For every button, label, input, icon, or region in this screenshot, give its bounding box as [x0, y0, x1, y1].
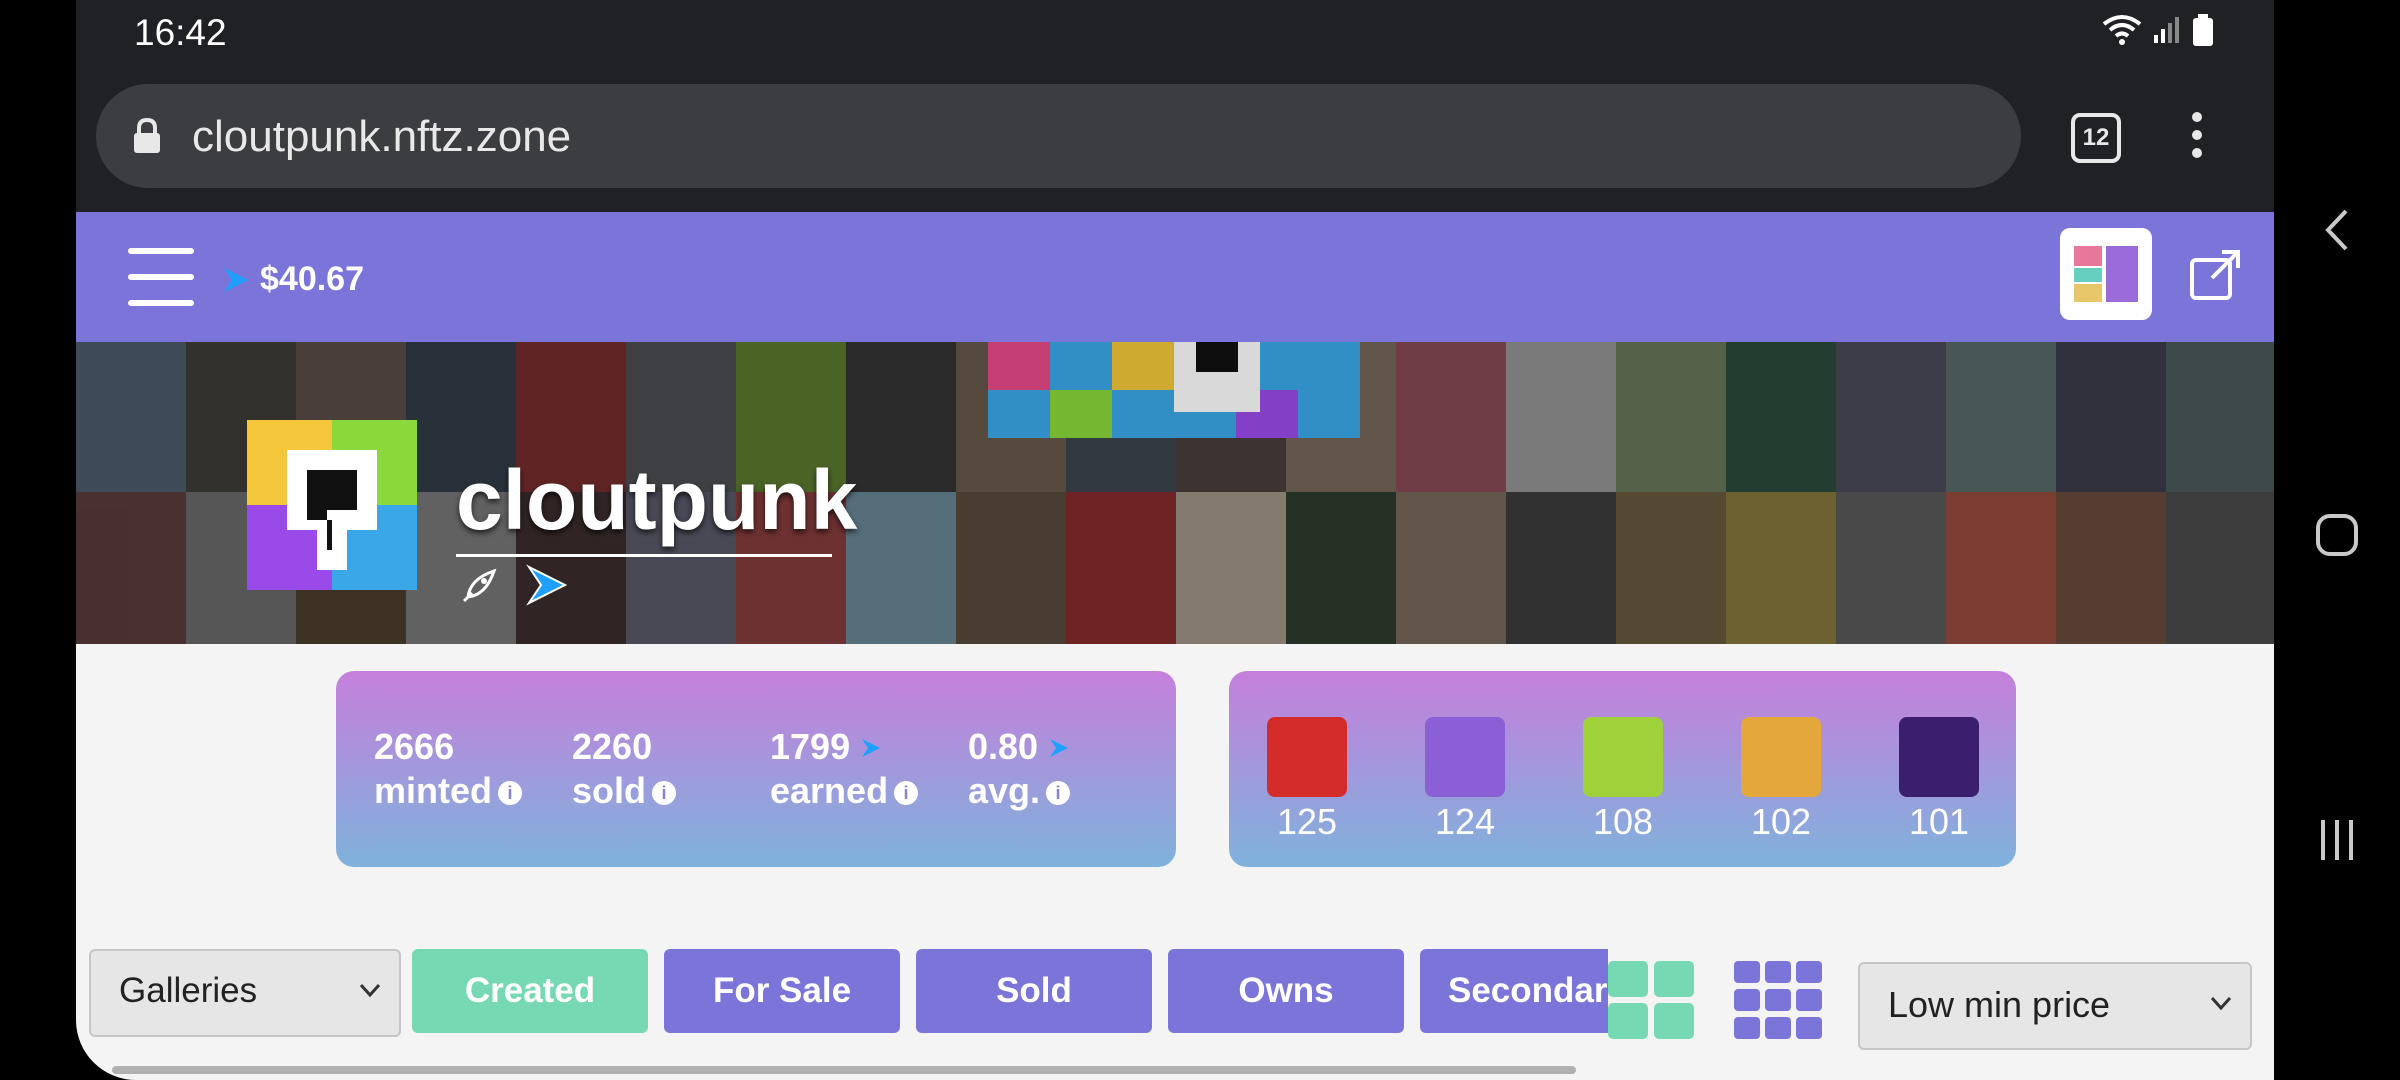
token-image[interactable] [1267, 717, 1347, 797]
rocket-icon[interactable] [460, 565, 500, 605]
stats-card: 2666 minted i 2260 sold i 1799 earned i 0.8… [336, 671, 1176, 867]
system-navigation-bar [2274, 0, 2400, 1080]
home-button[interactable] [2274, 512, 2400, 558]
chevron-down-icon [359, 983, 381, 998]
top-tokens-card: 125 124 108 102 101 [1229, 671, 2016, 867]
token-image[interactable] [1899, 717, 1979, 797]
home-icon [2316, 514, 2358, 556]
collection-banner: cloutpunk [76, 342, 2274, 644]
stat-label: sold [572, 770, 647, 811]
stat-minted: 2666 minted i [374, 725, 523, 813]
layout-toggle-button[interactable] [2060, 228, 2152, 320]
title-underline [456, 554, 832, 557]
token-number: 102 [1750, 801, 1812, 842]
chevron-coin-icon [862, 739, 881, 757]
back-chevron-icon [2325, 209, 2348, 251]
token-image[interactable] [1583, 717, 1663, 797]
galleries-select-value: Galleries [119, 971, 258, 1010]
large-grid-icon[interactable] [1606, 959, 1698, 1041]
status-icons [2102, 14, 2214, 46]
token-item[interactable]: 125 [1267, 717, 1347, 843]
page-body: 2666 minted i 2260 sold i 1799 earned i 0.8… [76, 644, 2274, 1080]
tab-switcher-button[interactable]: 12 [2071, 113, 2121, 163]
battery-icon [2193, 14, 2213, 46]
address-bar[interactable]: cloutpunk.nftz.zone [96, 84, 2021, 188]
tab-owns[interactable]: Owns [1168, 949, 1404, 1033]
token-image[interactable] [1741, 717, 1821, 797]
sort-select-value: Low min price [1888, 984, 2111, 1025]
tab-for-sale[interactable]: For Sale [664, 949, 900, 1033]
token-item[interactable]: 101 [1899, 717, 1979, 843]
wallet-balance[interactable]: $40.67 [222, 260, 364, 299]
stat-sold: 2260 sold i [572, 725, 677, 813]
stat-label: earned [770, 770, 889, 811]
chevron-coin-icon[interactable] [526, 564, 568, 606]
back-button[interactable] [2274, 205, 2400, 255]
stat-value: 0.80 [968, 726, 1039, 767]
tab-secondary[interactable]: Secondar [1420, 949, 1608, 1033]
galleries-select[interactable]: Galleries [89, 949, 401, 1037]
collection-logo [247, 420, 417, 590]
chevron-down-icon [2210, 996, 2232, 1011]
phone-screen: 16:42 cloutpunk.nftz.zone 12 $40.67 clou… [76, 0, 2274, 1080]
filter-tabs-scroller[interactable]: Galleries Created For Sale Sold Owns Sec… [76, 939, 1608, 1049]
token-item[interactable]: 124 [1425, 717, 1505, 843]
status-bar: 16:42 [76, 0, 2274, 68]
tab-created[interactable]: Created [412, 949, 648, 1033]
browser-menu-icon[interactable] [2192, 112, 2208, 166]
stat-value: 2666 [374, 726, 455, 767]
wifi-icon [2102, 15, 2142, 45]
info-icon[interactable]: i [652, 781, 677, 806]
stat-value: 1799 [770, 726, 851, 767]
hamburger-menu-icon[interactable] [128, 248, 194, 326]
collection-badges [460, 564, 568, 606]
collection-title: cloutpunk [456, 453, 858, 547]
token-number: 125 [1276, 801, 1338, 842]
token-item[interactable]: 108 [1583, 717, 1663, 843]
stat-value: 2260 [572, 726, 653, 767]
token-number: 101 [1908, 801, 1970, 842]
token-item[interactable]: 102 [1741, 717, 1821, 843]
layout-icon [2074, 246, 2138, 302]
lock-icon [134, 118, 160, 153]
info-icon[interactable]: i [498, 781, 523, 806]
token-image[interactable] [1425, 717, 1505, 797]
status-clock: 16:42 [134, 12, 227, 53]
external-link-icon[interactable] [2188, 246, 2244, 302]
stat-earned: 1799 earned i [770, 725, 919, 813]
stat-avg: 0.80 avg. i [968, 725, 1071, 813]
chevron-coin-icon [1050, 739, 1069, 757]
token-number: 108 [1592, 801, 1654, 842]
info-icon[interactable]: i [1046, 781, 1071, 806]
horizontal-scrollbar[interactable] [112, 1066, 1576, 1074]
token-number: 124 [1434, 801, 1496, 842]
small-grid-icon[interactable] [1732, 959, 1824, 1041]
recents-button[interactable] [2274, 818, 2400, 862]
chevron-coin-icon [224, 267, 248, 292]
tab-sold[interactable]: Sold [916, 949, 1152, 1033]
site-header: $40.67 [76, 212, 2274, 342]
info-icon[interactable]: i [894, 781, 919, 806]
url-text[interactable]: cloutpunk.nftz.zone [192, 112, 571, 162]
stat-label: minted [374, 770, 493, 811]
balance-amount: $40.67 [260, 260, 364, 298]
sort-select[interactable]: Low min price [1858, 962, 2252, 1050]
recents-icon [2321, 820, 2353, 860]
stat-label: avg. [968, 770, 1041, 811]
signal-icon [2154, 17, 2179, 43]
